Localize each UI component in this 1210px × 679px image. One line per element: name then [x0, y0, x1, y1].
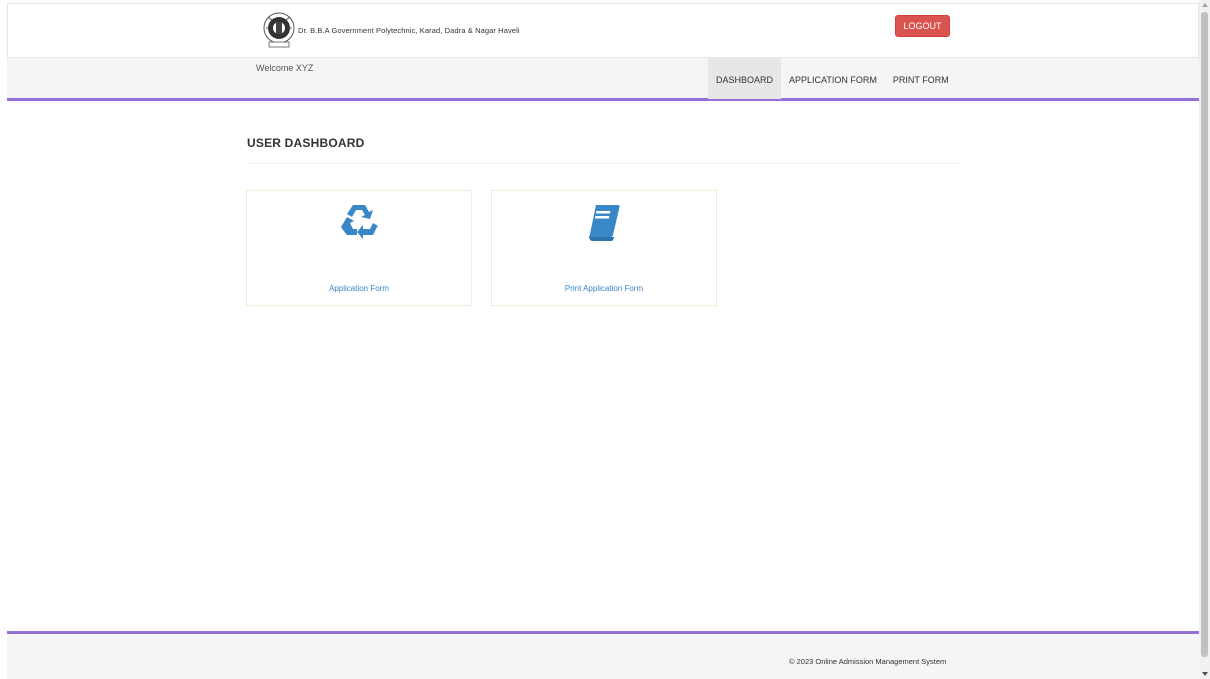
- top-header: Dr. B.B.A Government Polytechnic, Karad,…: [7, 3, 1199, 58]
- book-icon: [589, 205, 620, 241]
- logout-button[interactable]: LOGOUT: [895, 15, 950, 37]
- main-nav: DASHBOARD APPLICATION FORM PRINT FORM: [708, 58, 957, 99]
- institute-logo: [263, 12, 295, 48]
- copyright-text: © 2023 Online Admission Management Syste…: [789, 657, 947, 666]
- scroll-down-arrow-icon[interactable]: [1202, 672, 1208, 676]
- scroll-thumb[interactable]: [1201, 12, 1208, 657]
- brand[interactable]: Dr. B.B.A Government Polytechnic, Karad,…: [258, 9, 520, 51]
- divider: [247, 163, 961, 164]
- footer: © 2023 Online Admission Management Syste…: [7, 631, 1199, 679]
- card-label[interactable]: Print Application Form: [492, 284, 716, 293]
- card-label[interactable]: Application Form: [247, 284, 471, 293]
- vertical-scrollbar[interactable]: [1199, 0, 1210, 679]
- recycle-icon: [341, 205, 378, 239]
- page-title: USER DASHBOARD: [247, 136, 365, 150]
- nav-dashboard[interactable]: DASHBOARD: [708, 58, 782, 99]
- nav-application-form[interactable]: APPLICATION FORM: [781, 58, 885, 99]
- print-application-form-card[interactable]: Print Application Form: [491, 190, 717, 306]
- scroll-up-arrow-icon[interactable]: [1202, 3, 1208, 7]
- application-form-card[interactable]: Application Form: [246, 190, 472, 306]
- nav-print-form[interactable]: PRINT FORM: [885, 58, 957, 99]
- page: Dr. B.B.A Government Polytechnic, Karad,…: [0, 0, 1199, 679]
- institute-name: Dr. B.B.A Government Polytechnic, Karad,…: [298, 25, 520, 35]
- nav-bar: Welcome XYZ DASHBOARD APPLICATION FORM P…: [7, 57, 1199, 101]
- welcome-text: Welcome XYZ: [256, 63, 314, 73]
